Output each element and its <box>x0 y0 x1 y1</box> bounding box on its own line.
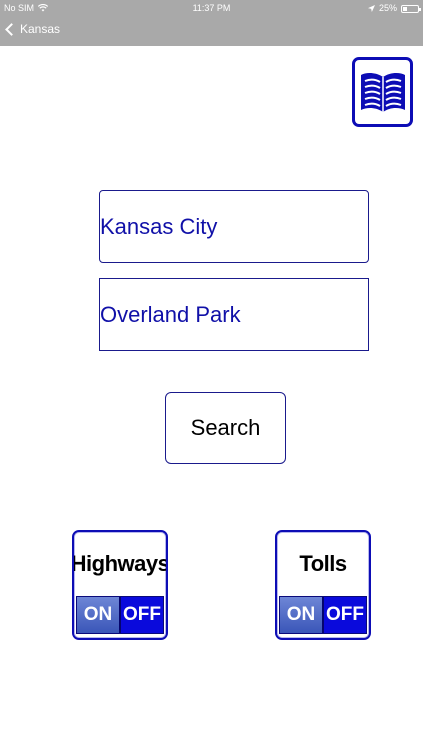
tolls-on-button[interactable]: ON <box>280 597 322 633</box>
battery-icon <box>401 4 421 13</box>
navigation-bar: Kansas <box>0 16 423 46</box>
highways-toggle: Highways ON OFF <box>72 530 168 640</box>
tolls-toggle: Tolls ON OFF <box>275 530 371 640</box>
open-book-icon <box>360 72 405 112</box>
back-button-label: Kansas <box>20 22 61 36</box>
highways-on-button[interactable]: ON <box>77 597 119 633</box>
back-button[interactable]: Kansas <box>4 22 60 36</box>
destination-input-value: Overland Park <box>100 301 241 327</box>
status-right: 25% <box>367 3 421 13</box>
destination-input[interactable]: Overland Park <box>99 278 369 351</box>
guide-book-button[interactable] <box>352 57 413 127</box>
origin-input-value: Kansas City <box>100 213 218 239</box>
highways-toggle-title: Highways <box>72 551 168 576</box>
highways-switch[interactable]: ON OFF <box>76 596 164 634</box>
tolls-off-button[interactable]: OFF <box>322 597 366 633</box>
status-bar: No SIM 11:37 PM 25% <box>0 0 423 16</box>
status-time: 11:37 PM <box>192 3 231 13</box>
chevron-left-icon <box>5 22 18 36</box>
location-arrow-icon <box>367 4 375 12</box>
tolls-toggle-title: Tolls <box>299 551 347 576</box>
battery-percent: 25% <box>378 3 397 13</box>
search-button-label: Search <box>190 415 261 440</box>
tolls-switch[interactable]: ON OFF <box>279 596 367 634</box>
origin-input[interactable]: Kansas City <box>99 190 369 263</box>
highways-off-button[interactable]: OFF <box>119 597 163 633</box>
search-button[interactable]: Search <box>165 392 286 464</box>
